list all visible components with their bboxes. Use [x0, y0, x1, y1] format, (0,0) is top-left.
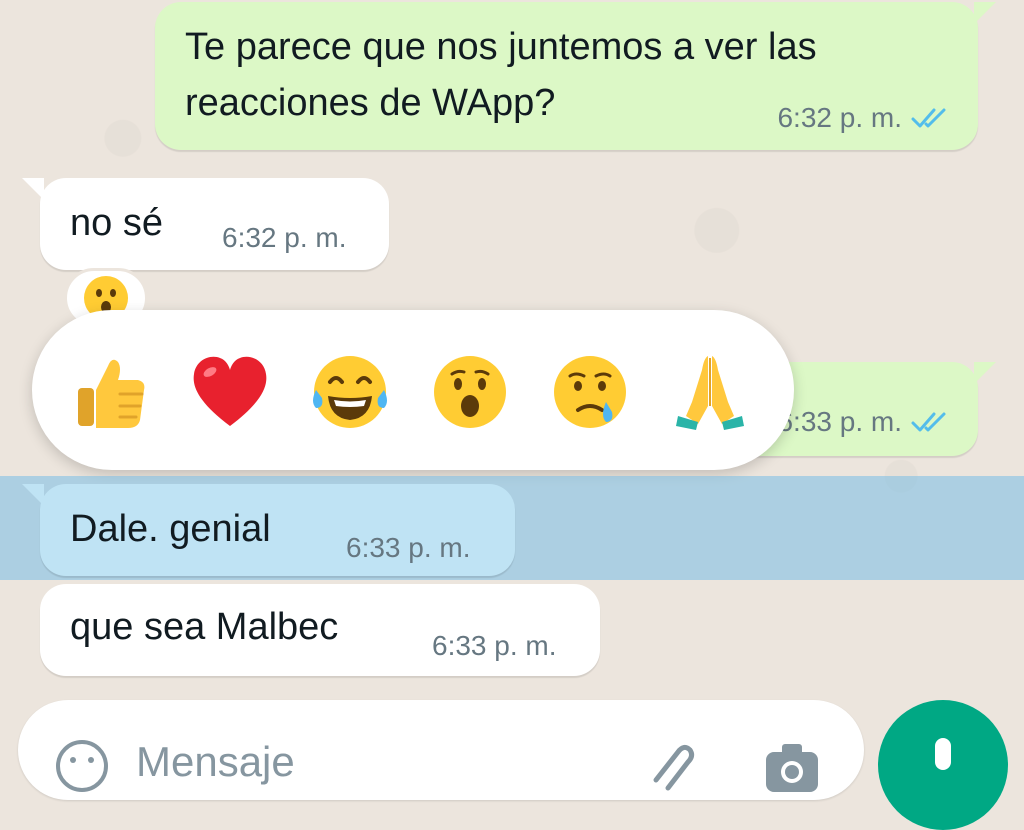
thumbs-up-icon[interactable] [68, 350, 152, 434]
microphone-icon [935, 738, 951, 770]
message-meta: 6:32 p. m. [777, 102, 950, 134]
double-check-icon [911, 412, 946, 432]
message-outgoing[interactable]: Te parece que nos juntemos a ver las rea… [155, 2, 996, 150]
camera-icon[interactable] [760, 736, 824, 796]
message-meta: 6:33 p. m. [777, 406, 950, 438]
message-incoming-selected[interactable]: Dale. genial 6:33 p. m. [22, 484, 515, 576]
message-time: 6:32 p. m. [777, 102, 902, 133]
voice-record-button[interactable] [878, 700, 1008, 830]
folded-hands-icon[interactable] [668, 350, 752, 434]
bubble-tail [22, 178, 44, 200]
bubble-tail [974, 2, 996, 24]
message-text: que sea Malbec [70, 606, 339, 648]
message-composer[interactable]: Mensaje [18, 700, 864, 800]
crying-face-icon[interactable] [548, 350, 632, 434]
message-time: 6:33 p. m. [777, 406, 902, 437]
message-time: 6:33 p. m. [346, 532, 471, 563]
message-text: Dale. genial [70, 508, 271, 550]
double-check-icon [911, 108, 946, 128]
emoji-icon[interactable] [52, 736, 112, 796]
message-time: 6:32 p. m. [222, 222, 347, 253]
tears-of-joy-icon[interactable] [308, 350, 392, 434]
message-text-line: reacciones de WApp? [185, 82, 556, 124]
message-incoming[interactable]: que sea Malbec 6:33 p. m. [40, 584, 600, 676]
reaction-picker [32, 310, 794, 470]
bubble-tail [974, 362, 996, 384]
message-text: no sé [70, 202, 163, 244]
bubble-tail [22, 484, 44, 506]
red-heart-icon[interactable] [188, 350, 272, 434]
message-incoming[interactable]: no sé 6:32 p. m. [22, 178, 389, 270]
astonished-face-icon[interactable] [428, 350, 512, 434]
message-input[interactable]: Mensaje [136, 738, 295, 786]
message-text-line: Te parece que nos juntemos a ver las [185, 26, 817, 68]
message-time: 6:33 p. m. [432, 630, 557, 661]
attach-icon[interactable] [638, 734, 698, 794]
